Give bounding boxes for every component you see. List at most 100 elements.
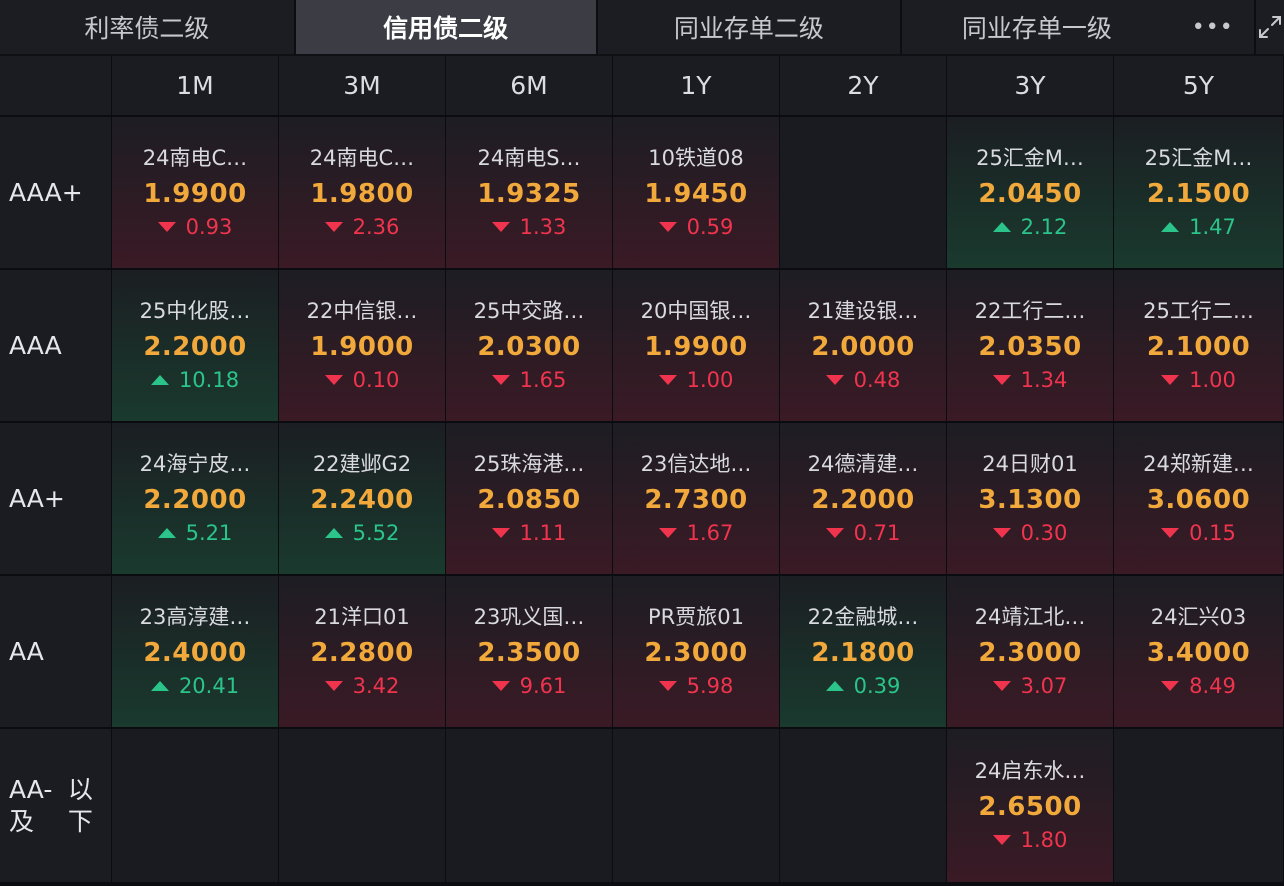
bond-yield: 2.2000 bbox=[143, 332, 247, 362]
bond-change-value: 0.39 bbox=[853, 674, 901, 698]
empty-cell bbox=[780, 729, 946, 882]
bond-cell-1m[interactable]: 25中化股… 2.2000 10.18 bbox=[112, 270, 278, 421]
bond-cell-3m[interactable]: 22中信银… 1.9000 0.10 bbox=[279, 270, 445, 421]
bond-cell-3y[interactable]: 24启东水… 2.6500 1.80 bbox=[947, 729, 1113, 882]
triangle-down-icon bbox=[1161, 681, 1180, 691]
bond-change-value: 2.12 bbox=[1020, 215, 1068, 239]
triangle-up-icon bbox=[150, 375, 169, 385]
bond-change: 0.30 bbox=[992, 520, 1067, 546]
bond-change: 3.42 bbox=[324, 673, 399, 699]
triangle-down-icon bbox=[992, 835, 1011, 845]
bond-yield: 2.1800 bbox=[811, 638, 915, 668]
bond-yield: 1.9000 bbox=[310, 332, 414, 362]
bond-cell-6m[interactable]: 23巩义国… 2.3500 9.61 bbox=[446, 576, 612, 727]
bond-cell-1m[interactable]: 24南电C… 1.9900 0.93 bbox=[112, 117, 278, 268]
bond-change-value: 10.18 bbox=[178, 368, 240, 392]
bond-cell-3y[interactable]: 24靖江北… 2.3000 3.07 bbox=[947, 576, 1113, 727]
bond-yield: 2.0850 bbox=[477, 485, 581, 515]
bond-cell-6m[interactable]: 24南电S… 1.9325 1.33 bbox=[446, 117, 612, 268]
bond-name: PR贾旅01 bbox=[648, 605, 744, 629]
grid-corner bbox=[0, 56, 111, 115]
bond-cell-3m[interactable]: 24南电C… 1.9800 2.36 bbox=[279, 117, 445, 268]
bond-change-value: 1.33 bbox=[519, 215, 567, 239]
bond-name: 22金融城… bbox=[807, 605, 919, 629]
bond-change: 10.18 bbox=[150, 367, 240, 393]
bond-name: 24德清建… bbox=[807, 452, 919, 476]
expand-icon[interactable] bbox=[1256, 0, 1284, 54]
triangle-down-icon bbox=[992, 681, 1011, 691]
bond-cell-3m[interactable]: 22建邺G2 2.2400 5.52 bbox=[279, 423, 445, 574]
bond-name: 24郑新建… bbox=[1143, 452, 1254, 476]
bond-cell-3y[interactable]: 24日财01 3.1300 0.30 bbox=[947, 423, 1113, 574]
bond-cell-6m[interactable]: 25珠海港… 2.0850 1.11 bbox=[446, 423, 612, 574]
row-label: AA+ bbox=[0, 423, 111, 574]
bond-cell-5y[interactable]: 24郑新建… 3.0600 0.15 bbox=[1114, 423, 1283, 574]
triangle-up-icon bbox=[825, 681, 844, 691]
bond-yield: 3.4000 bbox=[1146, 638, 1251, 668]
bond-cell-5y[interactable]: 25工行二… 2.1000 1.00 bbox=[1114, 270, 1283, 421]
bond-name: 22工行二… bbox=[974, 299, 1086, 323]
more-dots-icon[interactable]: ••• bbox=[1171, 0, 1257, 54]
bond-change: 2.12 bbox=[992, 214, 1068, 240]
bond-change-value: 1.80 bbox=[1020, 828, 1068, 852]
bond-cell-2y[interactable]: 22金融城… 2.1800 0.39 bbox=[780, 576, 946, 727]
bond-change: 1.80 bbox=[992, 827, 1068, 853]
bond-cell-3m[interactable]: 21洋口01 2.2800 3.42 bbox=[279, 576, 445, 727]
bond-name: 24南电C… bbox=[142, 146, 248, 170]
bond-change-value: 9.61 bbox=[519, 674, 567, 698]
bond-name: 22中信银… bbox=[306, 299, 418, 323]
bond-cell-1y[interactable]: 20中国银… 1.9900 1.00 bbox=[613, 270, 779, 421]
bond-change: 1.47 bbox=[1161, 214, 1236, 240]
bond-cell-1m[interactable]: 23高淳建… 2.4000 20.41 bbox=[112, 576, 278, 727]
empty-cell bbox=[613, 729, 779, 882]
bond-yield: 3.1300 bbox=[978, 485, 1082, 515]
bond-change: 2.36 bbox=[324, 214, 399, 240]
bond-name: 24靖江北… bbox=[974, 605, 1086, 629]
bond-yield: 3.0600 bbox=[1146, 485, 1251, 515]
bond-yield: 2.1500 bbox=[1146, 179, 1251, 209]
tab-rate-bond-secondary[interactable]: 利率债二级 bbox=[0, 0, 296, 54]
bond-cell-1y[interactable]: 10铁道08 1.9450 0.59 bbox=[613, 117, 779, 268]
bond-cell-1y[interactable]: PR贾旅01 2.3000 5.98 bbox=[613, 576, 779, 727]
bond-cell-6m[interactable]: 25中交路… 2.0300 1.65 bbox=[446, 270, 612, 421]
row-label-line: 以下 bbox=[67, 774, 93, 836]
bond-change: 0.71 bbox=[825, 520, 901, 546]
bond-change: 0.39 bbox=[825, 673, 901, 699]
bond-change-value: 8.49 bbox=[1189, 674, 1236, 698]
expand-arrows-icon bbox=[1259, 16, 1282, 38]
bond-change: 0.59 bbox=[658, 214, 733, 240]
bond-name: 25中化股… bbox=[139, 299, 251, 323]
triangle-down-icon bbox=[658, 528, 677, 538]
tab-ncd-primary[interactable]: 同业存单一级 bbox=[902, 0, 1171, 54]
bond-cell-5y[interactable]: 25汇金M… 2.1500 1.47 bbox=[1114, 117, 1283, 268]
tab-credit-bond-secondary[interactable]: 信用债二级 bbox=[295, 0, 598, 54]
bond-name: 24南电S… bbox=[477, 146, 581, 170]
bond-cell-2y[interactable]: 21建设银… 2.0000 0.48 bbox=[780, 270, 946, 421]
triangle-up-icon bbox=[324, 528, 343, 538]
bond-change: 0.10 bbox=[324, 367, 399, 393]
bond-cell-5y[interactable]: 24汇兴03 3.4000 8.49 bbox=[1114, 576, 1283, 727]
bond-name: 25珠海港… bbox=[473, 452, 585, 476]
triangle-down-icon bbox=[992, 375, 1011, 385]
bond-change-value: 0.71 bbox=[853, 521, 901, 545]
bond-cell-3y[interactable]: 25汇金M… 2.0450 2.12 bbox=[947, 117, 1113, 268]
triangle-up-icon bbox=[992, 222, 1011, 232]
empty-cell bbox=[112, 729, 278, 882]
bond-cell-3y[interactable]: 22工行二… 2.0350 1.34 bbox=[947, 270, 1113, 421]
bond-cell-2y[interactable]: 24德清建… 2.2000 0.71 bbox=[780, 423, 946, 574]
triangle-down-icon bbox=[825, 528, 844, 538]
bond-cell-1m[interactable]: 24海宁皮… 2.2000 5.21 bbox=[112, 423, 278, 574]
bond-name: 25汇金M… bbox=[976, 146, 1084, 170]
empty-cell bbox=[279, 729, 445, 882]
bond-name: 25中交路… bbox=[473, 299, 585, 323]
bond-yield: 2.2400 bbox=[310, 485, 414, 515]
bond-change: 20.41 bbox=[150, 673, 239, 699]
bond-yield: 2.0300 bbox=[477, 332, 581, 362]
bond-change-value: 1.00 bbox=[686, 368, 734, 392]
empty-cell bbox=[1114, 729, 1283, 882]
tab-ncd-secondary[interactable]: 同业存单二级 bbox=[598, 0, 903, 54]
bond-change: 1.67 bbox=[658, 520, 734, 546]
bond-name: 23高淳建… bbox=[139, 605, 251, 629]
bond-change-value: 1.67 bbox=[686, 521, 734, 545]
bond-cell-1y[interactable]: 23信达地… 2.7300 1.67 bbox=[613, 423, 779, 574]
